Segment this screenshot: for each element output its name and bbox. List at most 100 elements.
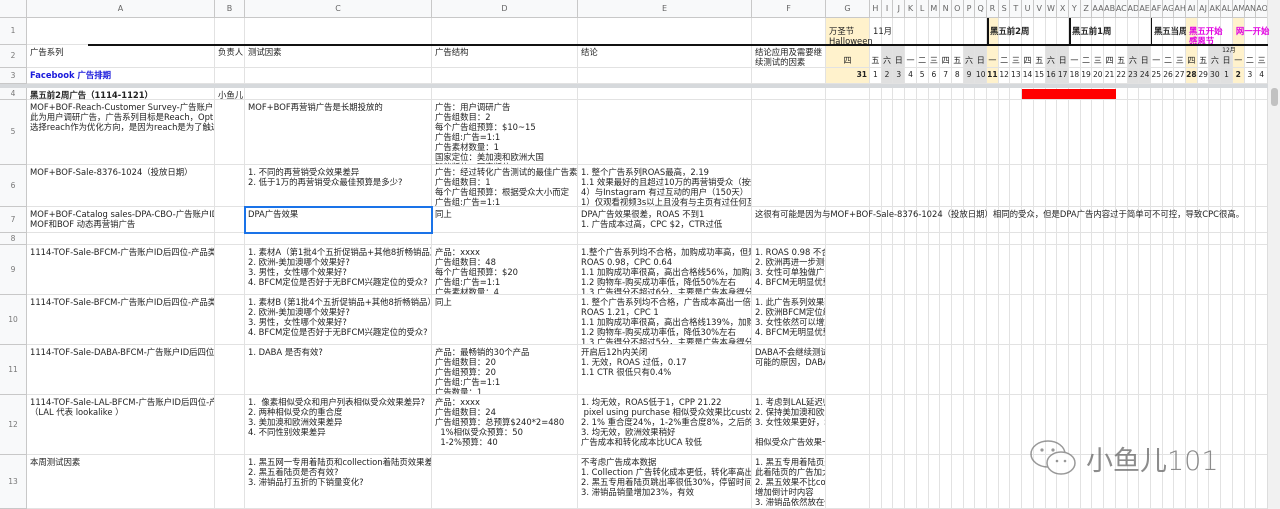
cell-ae5[interactable] [1139,100,1151,165]
weekday-l[interactable]: 二 [916,45,929,68]
cell-d10[interactable]: 同上 [432,295,578,345]
cell-al12[interactable] [1221,395,1233,455]
cell-ae8[interactable] [1139,233,1151,245]
column-header-d[interactable]: D [432,0,578,18]
cell-w6[interactable] [1045,165,1058,207]
cell-k12[interactable] [905,395,917,455]
weekday-ah[interactable]: 三 [1174,45,1187,68]
row-header-12[interactable]: 12 [0,395,27,455]
cell-d13[interactable] [432,455,578,509]
cell-q6[interactable] [975,165,988,207]
cell-am1[interactable]: 网一开始 [1232,18,1269,45]
day-h[interactable]: 1 [870,68,882,84]
cell-ab9[interactable] [1104,245,1116,295]
cell-u8[interactable] [1022,233,1034,245]
cell-g5[interactable] [826,100,870,165]
cell-ae6[interactable] [1139,165,1151,207]
cell-m13[interactable] [928,455,941,509]
cell-o9[interactable] [951,245,964,295]
cell-aj8[interactable] [1197,233,1210,245]
cell-an12[interactable] [1244,395,1257,455]
cell-d11[interactable]: 产品：最畅销的30个产品 广告组数目：20 广告组预算：20 广告组:广告=1:… [432,345,578,395]
column-header-g[interactable]: G [826,0,870,18]
cell-ag5[interactable] [1162,100,1175,165]
cell-c2[interactable]: 测试因素 [245,45,432,68]
weekday-ab[interactable]: 四 [1104,45,1116,68]
cell-n1[interactable] [940,18,952,45]
column-header-ac[interactable]: AC [1115,0,1128,18]
cell-ak9[interactable] [1209,245,1222,295]
vertical-scrollbar[interactable] [1267,0,1280,509]
cell-ah6[interactable] [1174,165,1187,207]
cell-t9[interactable] [1010,245,1023,295]
cell-ag10[interactable] [1162,295,1175,345]
cell-o8[interactable] [951,233,964,245]
weekday-o[interactable]: 五 [951,45,964,68]
cell-b11[interactable] [215,345,245,395]
cell-h10[interactable] [870,295,882,345]
cell-aj11[interactable] [1197,345,1210,395]
cell-p9[interactable] [963,245,976,295]
cell-h4[interactable] [870,88,882,100]
column-header-o[interactable]: O [951,0,964,18]
cell-ai6[interactable] [1186,165,1198,207]
cell-an5[interactable] [1244,100,1257,165]
cell-af11[interactable] [1150,345,1163,395]
cell-ai8[interactable] [1186,233,1198,245]
weekday-y[interactable]: 一 [1069,45,1081,68]
cell-q12[interactable] [975,395,988,455]
cell-aj10[interactable] [1197,295,1210,345]
cell-a5[interactable]: MOF+BOF-Reach-Customer Survey-广告账户ID后四位 … [27,100,215,165]
cell-e10[interactable]: 1. 整个广告系列均不合格，广告成本高出一倍。 ROAS 1.21，CPC 1 … [578,295,752,345]
cell-aj9[interactable] [1197,245,1210,295]
cell-c6[interactable]: 1. 不同的再营销受众效果差异 2. 低于1万的再营销受众最佳预算是多少? [245,165,432,207]
cell-ak6[interactable] [1209,165,1222,207]
cell-ak5[interactable] [1209,100,1222,165]
cell-e11[interactable]: 开启后12h内关闭 1. 无效，ROAS 过低，0.17 1.1 CTR 很低只… [578,345,752,395]
cell-an4[interactable] [1244,88,1257,100]
cell-d4[interactable] [432,88,578,100]
cell-k5[interactable] [905,100,917,165]
cell-y6[interactable] [1069,165,1081,207]
cell-am12[interactable] [1232,395,1245,455]
column-header-ab[interactable]: AB [1104,0,1116,18]
cell-b5[interactable] [215,100,245,165]
weekday-z[interactable]: 二 [1080,45,1093,68]
cell-an9[interactable] [1244,245,1257,295]
cell-t13[interactable] [1010,455,1023,509]
weekday-ae[interactable]: 日 [1139,45,1151,68]
day-ab[interactable]: 21 [1104,68,1116,84]
cell-x8[interactable] [1057,233,1069,245]
cell-ak4[interactable] [1209,88,1222,100]
cell-w11[interactable] [1045,345,1058,395]
cell-h9[interactable] [870,245,882,295]
cell-m5[interactable] [928,100,941,165]
cell-j9[interactable] [893,245,906,295]
cell-i13[interactable] [881,455,894,509]
cell-h8[interactable] [870,233,882,245]
cell-al11[interactable] [1221,345,1233,395]
cell-e1[interactable] [578,18,752,45]
cell-a8[interactable] [27,233,215,245]
cell-ad8[interactable] [1127,233,1140,245]
cell-f13[interactable]: 1. 黑五专用着陆页是着陆页首选 此着陆页的广告加大投放 2. 黑五效果不比co… [752,455,826,509]
day-aa[interactable]: 20 [1092,68,1105,84]
cell-ac9[interactable] [1115,245,1128,295]
cell-n8[interactable] [940,233,952,245]
spreadsheet-grid[interactable]: A B C D E F G H I J K L M N O P Q R S T U V W X Y Z AA AB AC AD AE AF AG… [0,0,1269,509]
day-ah[interactable]: 27 [1174,68,1187,84]
day-p[interactable]: 9 [963,68,976,84]
column-header-am[interactable]: AM [1232,0,1245,18]
cell-am6[interactable] [1232,165,1245,207]
cell-s9[interactable] [998,245,1011,295]
cell-ah9[interactable] [1174,245,1187,295]
cell-x1[interactable] [1057,18,1069,45]
column-header-p[interactable]: P [963,0,976,18]
weekday-i[interactable]: 六 [881,45,894,68]
cell-e2[interactable]: 结论 [578,45,752,68]
cell-h1[interactable]: 11月 [870,18,892,45]
cell-an6[interactable] [1244,165,1257,207]
cell-x9[interactable] [1057,245,1069,295]
cell-d9[interactable]: 产品：xxxx 广告组数目：48 每个广告组预算：$20 广告组:广告=1:1 … [432,245,578,295]
day-t[interactable]: 13 [1010,68,1023,84]
